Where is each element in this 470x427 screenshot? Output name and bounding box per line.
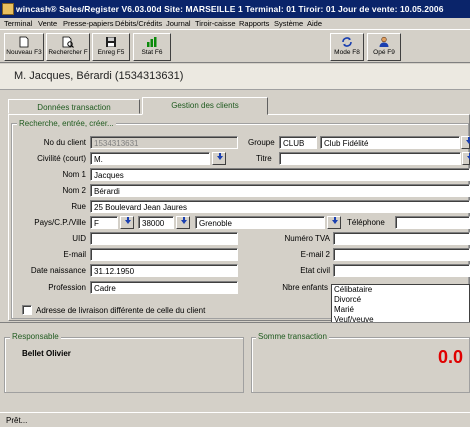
floppy-disk-icon (106, 37, 116, 47)
menu-tiroir-caisse[interactable]: Tiroir-caisse (195, 19, 236, 28)
refresh-icon (342, 37, 352, 47)
search-button[interactable]: Rechercher F (46, 33, 90, 61)
menu-systeme[interactable]: Système (274, 19, 303, 28)
label-etat-civil: Etat civil (300, 266, 330, 275)
customer-header: M. Jacques, Bérardi (1534313631) (0, 64, 470, 90)
tab-gestion-clients[interactable]: Gestion des clients (142, 97, 268, 115)
tab-donnees-transaction[interactable]: Données transaction (8, 99, 140, 114)
label-titre: Titre (256, 154, 272, 163)
label-email: E-mail (63, 250, 86, 259)
cp-dropdown-button[interactable] (176, 216, 190, 229)
label-civilite: Civilité (court) (37, 154, 86, 163)
menu-terminal[interactable]: Terminal (4, 19, 32, 28)
label-nom2: Nom 2 (62, 186, 86, 195)
app-icon (2, 3, 14, 15)
search-group-title: Recherche, entrée, créer... (17, 119, 116, 128)
statistics-icon (147, 37, 157, 47)
date-naissance-field[interactable]: 31.12.1950 (90, 264, 238, 277)
title-bar: wincash® Sales/Register V6.03.00d Site: … (0, 0, 470, 18)
civilite-field[interactable]: M. (90, 152, 210, 165)
telephone-field[interactable] (395, 216, 470, 229)
civilite-dropdown-button[interactable] (212, 152, 226, 165)
option-marie[interactable]: Marié (332, 305, 469, 315)
ville-dropdown-button[interactable] (327, 216, 341, 229)
profession-field[interactable]: Cadre (90, 281, 238, 294)
titre-dropdown-button[interactable] (462, 152, 470, 165)
mode-button[interactable]: Mode F8 (330, 33, 364, 61)
responsable-name: Bellet Olivier (22, 349, 71, 358)
groupe-name-field[interactable]: Club Fidélité (320, 136, 460, 149)
operator-icon (379, 36, 389, 47)
responsable-title: Responsable (10, 332, 61, 341)
titre-field[interactable] (279, 152, 461, 165)
numero-tva-field[interactable] (333, 232, 470, 245)
delivery-address-checkbox[interactable] (22, 305, 32, 315)
groupe-dropdown-button[interactable] (461, 136, 470, 149)
nom2-field[interactable]: Bérardi (90, 184, 470, 197)
status-text: Prêt... (6, 416, 28, 425)
option-divorce[interactable]: Divorcé (332, 295, 469, 305)
menu-vente[interactable]: Vente (38, 19, 57, 28)
groupe-code-field[interactable]: CLUB (279, 136, 317, 149)
label-numero-tva: Numéro TVA (284, 234, 331, 243)
pays-field[interactable]: F (90, 216, 118, 229)
menu-journal[interactable]: Journal (166, 19, 191, 28)
etat-civil-field[interactable] (333, 264, 470, 277)
new-button[interactable]: Nouveau F3 (4, 33, 44, 61)
label-uid: UID (72, 234, 86, 243)
label-nbre-enfants: Nbre enfants (282, 283, 328, 292)
option-celibataire[interactable]: Célibataire (332, 285, 469, 295)
label-date-naissance: Date naissance (30, 266, 86, 275)
delivery-address-label: Adresse de livraison différente de celle… (36, 306, 206, 315)
label-client-no: No du client (43, 138, 86, 147)
bottom-area: Responsable Bellet Olivier Somme transac… (0, 322, 470, 412)
new-document-icon (19, 36, 29, 48)
uid-field[interactable] (90, 232, 238, 245)
menu-debits-credits[interactable]: Débits/Crédits (115, 19, 162, 28)
label-groupe: Groupe (248, 138, 275, 147)
toolbar: Nouveau F3 Rechercher F Enreg F5 Stat F6… (0, 31, 470, 63)
menu-rapports[interactable]: Rapports (239, 19, 269, 28)
label-nom1: Nom 1 (62, 170, 86, 179)
menu-presse-papiers[interactable]: Presse-papiers (63, 19, 113, 28)
search-icon (62, 36, 74, 48)
somme-value: 0.0 (438, 347, 464, 367)
nom1-field[interactable]: Jacques (90, 168, 470, 181)
menu-bar: Terminal Vente Presse-papiers Débits/Cré… (0, 18, 470, 30)
email2-field[interactable] (333, 248, 470, 261)
stat-button[interactable]: Stat F6 (133, 33, 171, 61)
save-button[interactable]: Enreg F5 (92, 33, 130, 61)
client-no-field: 1534313631 (90, 136, 238, 149)
ville-field[interactable]: Grenoble (195, 216, 325, 229)
label-rue: Rue (71, 202, 86, 211)
rue-field[interactable]: 25 Boulevard Jean Jaures (90, 200, 470, 213)
pays-dropdown-button[interactable] (120, 216, 134, 229)
somme-title: Somme transaction (256, 332, 329, 341)
customer-name: M. Jacques, Bérardi (1534313631) (14, 70, 184, 82)
cp-field[interactable]: 38000 (138, 216, 174, 229)
label-telephone: Téléphone (347, 218, 385, 227)
label-pays-cp-ville: Pays/C.P./Ville (34, 218, 86, 227)
ope-button[interactable]: Opé F9 (367, 33, 401, 61)
label-profession: Profession (48, 283, 86, 292)
menu-aide[interactable]: Aide (307, 19, 322, 28)
label-email2: E-mail 2 (300, 250, 330, 259)
email-field[interactable] (90, 248, 238, 261)
responsable-group (4, 337, 244, 393)
window-title: wincash® Sales/Register V6.03.00d Site: … (16, 4, 444, 14)
status-bar: Prêt... (0, 412, 470, 427)
